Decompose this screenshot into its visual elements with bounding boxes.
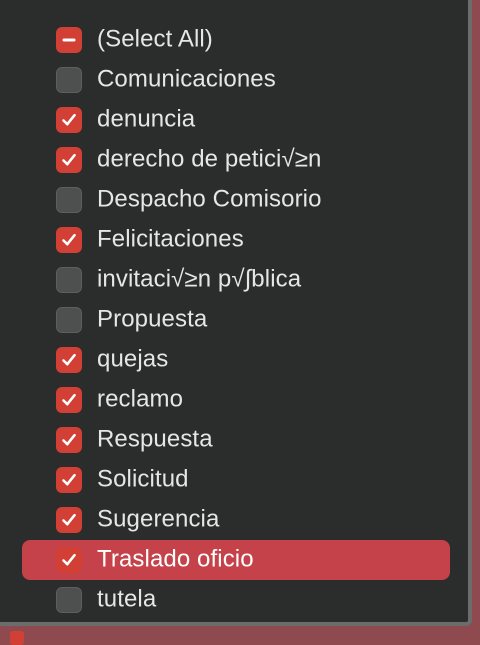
filter-option-label: quejas	[97, 345, 169, 373]
filter-option-item[interactable]: Traslado oficio	[22, 540, 450, 580]
checkmark-icon	[62, 353, 76, 366]
filter-option-checkbox[interactable]	[56, 387, 82, 413]
filter-option-label: Propuesta	[97, 305, 208, 333]
filter-dropdown-panel: (Select All) Comunicaciones denuncia derech…	[0, 0, 472, 626]
filter-option-item[interactable]: Sugerencia	[22, 500, 450, 540]
checkmark-icon	[62, 233, 76, 246]
filter-option-label: Despacho Comisorio	[97, 185, 322, 213]
filter-option-checkbox[interactable]	[56, 347, 82, 373]
filter-option-checkbox[interactable]	[56, 187, 82, 213]
checkmark-icon	[62, 553, 76, 566]
checkmark-icon	[62, 113, 76, 126]
filter-option-checkbox[interactable]	[56, 307, 82, 333]
filter-option-item[interactable]: Felicitaciones	[22, 220, 450, 260]
filter-option-label: invitaci√≥n p√∫blica	[97, 265, 302, 293]
filter-option-item[interactable]: denuncia	[22, 100, 450, 140]
filter-option-checkbox[interactable]	[56, 587, 82, 613]
filter-option-item[interactable]: tutela	[22, 580, 450, 620]
filter-value-list: (Select All) Comunicaciones denuncia derech…	[22, 20, 450, 620]
dash-icon	[62, 38, 76, 42]
select-all-item[interactable]: (Select All)	[22, 20, 450, 60]
filter-option-label: Traslado oficio	[97, 545, 254, 573]
filter-option-checkbox[interactable]	[56, 67, 82, 93]
filter-option-item[interactable]: Despacho Comisorio	[22, 180, 450, 220]
filter-option-item[interactable]: Comunicaciones	[22, 60, 450, 100]
filter-option-checkbox[interactable]	[56, 427, 82, 453]
filter-option-item[interactable]: Respuesta	[22, 420, 450, 460]
filter-option-item[interactable]: derecho de petici√≥n	[22, 140, 450, 180]
filter-option-item[interactable]: reclamo	[22, 380, 450, 420]
select-all-checkbox[interactable]	[56, 27, 82, 53]
filter-option-checkbox[interactable]	[56, 507, 82, 533]
filter-option-label: Sugerencia	[97, 505, 220, 533]
filter-option-label: tutela	[97, 585, 157, 613]
filter-option-item[interactable]: quejas	[22, 340, 450, 380]
filter-option-label: reclamo	[97, 385, 184, 413]
filter-option-checkbox[interactable]	[56, 147, 82, 173]
checkmark-icon	[62, 393, 76, 406]
filter-option-checkbox[interactable]	[56, 267, 82, 293]
checkmark-icon	[62, 433, 76, 446]
checkmark-icon	[62, 473, 76, 486]
filter-option-label: (Select All)	[97, 25, 213, 53]
checkmark-icon	[62, 513, 76, 526]
checkmark-icon	[62, 153, 76, 166]
filter-option-checkbox[interactable]	[56, 467, 82, 493]
filter-option-item[interactable]: Solicitud	[22, 460, 450, 500]
filter-option-label: Felicitaciones	[97, 225, 244, 253]
underlying-checkbox-peek	[10, 631, 24, 645]
filter-option-item[interactable]: Propuesta	[22, 300, 450, 340]
filter-option-checkbox[interactable]	[56, 107, 82, 133]
filter-option-checkbox[interactable]	[56, 227, 82, 253]
filter-option-label: Comunicaciones	[97, 65, 276, 93]
filter-option-label: Solicitud	[97, 465, 189, 493]
filter-option-label: Respuesta	[97, 425, 213, 453]
filter-option-label: derecho de petici√≥n	[97, 145, 322, 173]
filter-option-checkbox[interactable]	[56, 547, 82, 573]
filter-option-label: denuncia	[97, 105, 196, 133]
filter-option-item[interactable]: invitaci√≥n p√∫blica	[22, 260, 450, 300]
